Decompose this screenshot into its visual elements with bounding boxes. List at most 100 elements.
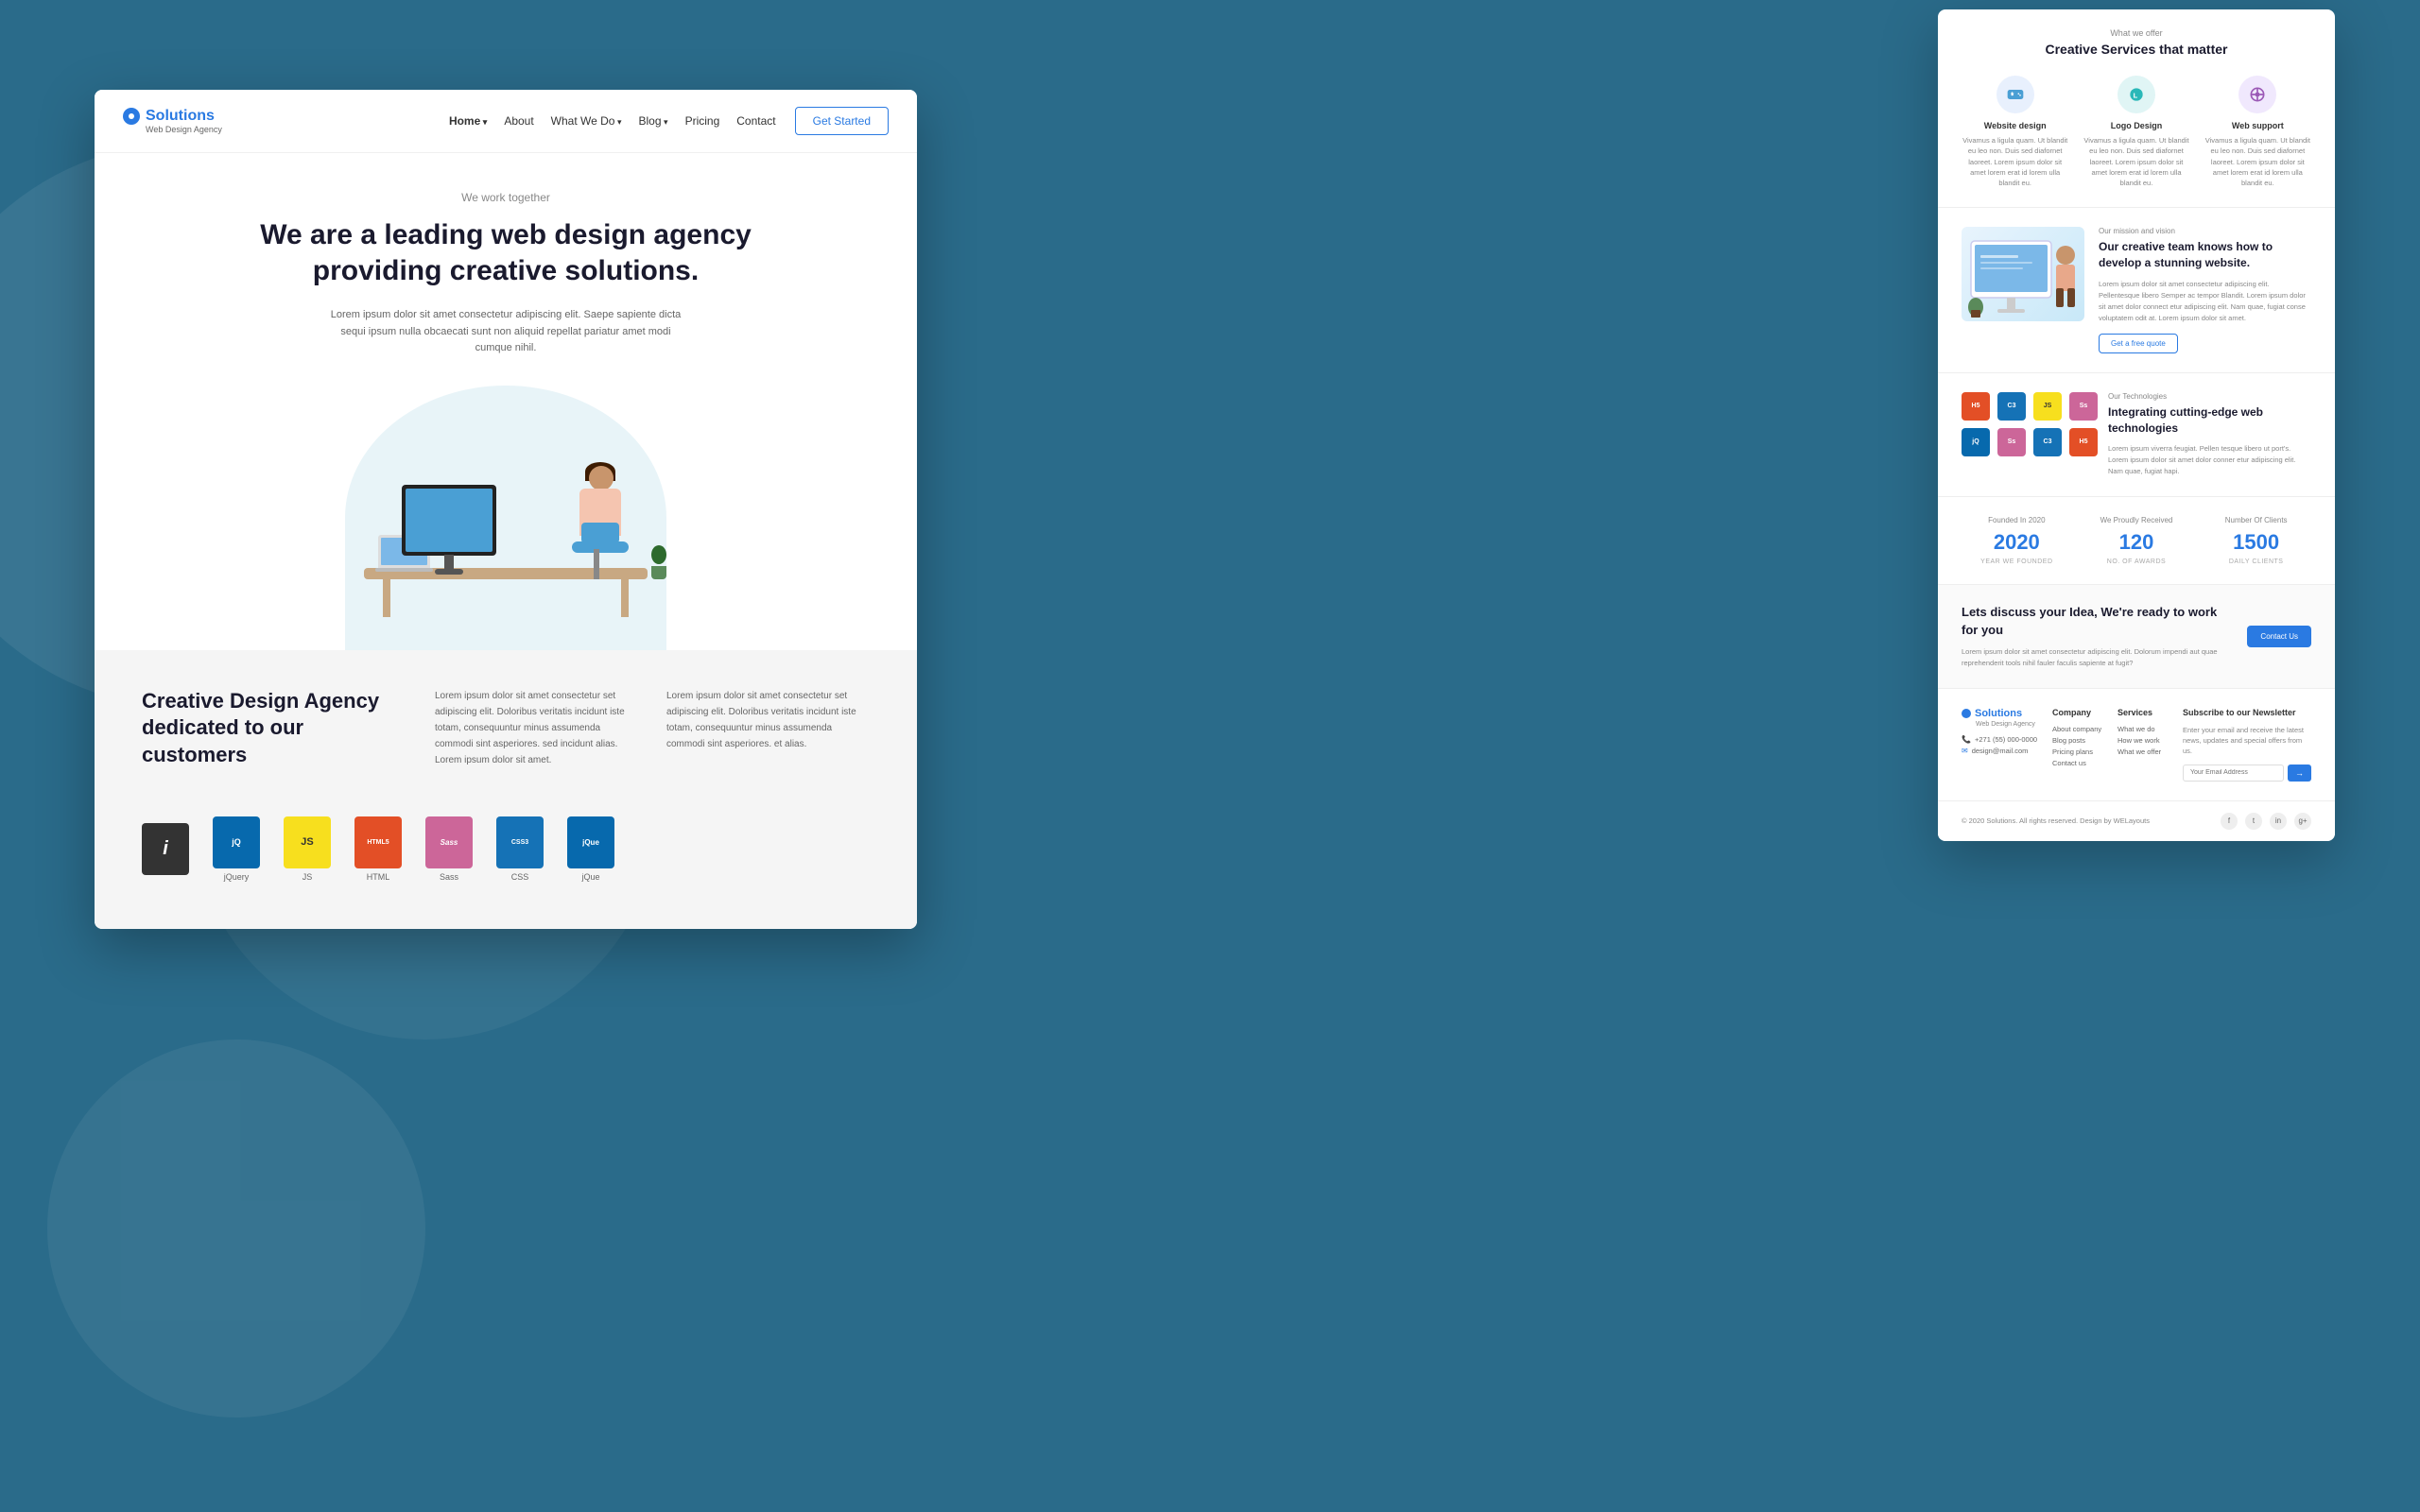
- cta-text: Lets discuss your Idea, We're ready to w…: [1962, 604, 2233, 668]
- social-googleplus[interactable]: g+: [2294, 813, 2311, 830]
- person-head: [589, 466, 614, 490]
- footer-logo: Solutions: [1962, 708, 2038, 719]
- tech-logo-jquery2: jQue jQue: [567, 816, 614, 882]
- tech-badge-sass2: Ss: [1997, 428, 2026, 456]
- footer-grid: Solutions Web Design Agency 📞 +271 (55) …: [1962, 708, 2311, 782]
- tech-badge-css2: C3: [2033, 428, 2062, 456]
- chair-leg: [594, 549, 599, 579]
- stats-section: Founded In 2020 2020 Year we founded We …: [1938, 497, 2335, 585]
- footer-section: Solutions Web Design Agency 📞 +271 (55) …: [1938, 689, 2335, 801]
- footer-link-blog[interactable]: Blog posts: [2052, 736, 2103, 745]
- mission-section: Our mission and vision Our creative team…: [1938, 208, 2335, 373]
- footer-company-col: Company About company Blog posts Pricing…: [2052, 708, 2103, 782]
- nav-item-whatwedo[interactable]: What We Do: [551, 112, 622, 129]
- footer-link-pricing[interactable]: Pricing plans: [2052, 747, 2103, 756]
- tech-label-sass: Sass: [440, 872, 458, 882]
- footer-link-whatweoffer[interactable]: What we offer: [2118, 747, 2169, 756]
- tech-tag: Our Technologies: [2108, 392, 2311, 401]
- stat-awards: We Proudly Received 120 No. of Awards: [2082, 516, 2192, 565]
- newsletter-form: →: [2183, 765, 2311, 782]
- plant-pot: [651, 566, 666, 579]
- tech-content: Our Technologies Integrating cutting-edg…: [2108, 392, 2311, 478]
- tech-label-html: HTML: [367, 872, 390, 882]
- right-panel: What we offer Creative Services that mat…: [1938, 9, 2335, 841]
- tech-label-js: JS: [302, 872, 313, 882]
- social-facebook[interactable]: f: [2221, 813, 2238, 830]
- tech-logo-jquery1: jQ jQuery: [213, 816, 260, 882]
- tech-badge-css: C3: [1997, 392, 2026, 421]
- service-item-support: Web support Vivamus a ligula quam. Ut bl…: [2204, 76, 2311, 188]
- footer-link-about[interactable]: About company: [2052, 725, 2103, 733]
- footer-company-title: Company: [2052, 708, 2103, 717]
- tech-icon-sass: Sass: [425, 816, 473, 868]
- logo-name: Solutions: [146, 108, 215, 125]
- chair-back: [581, 523, 619, 543]
- get-quote-button[interactable]: Get a free quote: [2099, 334, 2178, 353]
- tech-badge-jquery: jQ: [1962, 428, 1990, 456]
- newsletter-submit-button[interactable]: →: [2288, 765, 2311, 782]
- logo-icon: [123, 108, 140, 125]
- nav-link-about[interactable]: About: [504, 114, 533, 128]
- get-started-button[interactable]: Get Started: [795, 107, 889, 135]
- nav-item-home[interactable]: Home: [449, 112, 487, 129]
- mission-illustration: [1962, 227, 2084, 321]
- footer-link-howwework[interactable]: How we work: [2118, 736, 2169, 745]
- nav-link-pricing[interactable]: Pricing: [685, 114, 720, 128]
- page-wrapper: Solutions Web Design Agency Home About W…: [0, 0, 2420, 1512]
- newsletter-email-input[interactable]: [2183, 765, 2284, 782]
- tech-icon-jquery1: jQ: [213, 816, 260, 868]
- stat-founded-sub: Year we founded: [1962, 558, 2072, 565]
- copyright: © 2020 Solutions. All rights reserved. D…: [1962, 816, 2150, 825]
- nav-link-contact[interactable]: Contact: [736, 114, 775, 128]
- web-support-icon: [2248, 85, 2267, 104]
- monitor-base: [435, 569, 463, 575]
- gamepad-icon: [2006, 85, 2025, 104]
- services-section: What we offer Creative Services that mat…: [1938, 9, 2335, 208]
- footer-email: ✉ design@mail.com: [1962, 747, 2038, 755]
- mission-text: Lorem ipsum dolor sit amet consectetur a…: [2099, 279, 2311, 324]
- newsletter-description: Enter your email and receive the latest …: [2183, 725, 2311, 757]
- service-item-website: Website design Vivamus a ligula quam. Ut…: [1962, 76, 2068, 188]
- tech-icon-css: CSS3: [496, 816, 544, 868]
- footer-services-title: Services: [2118, 708, 2169, 717]
- desk-scene: [326, 404, 685, 631]
- laptop-base: [375, 568, 433, 572]
- footer-link-whatwedo[interactable]: What we do: [2118, 725, 2169, 733]
- social-linkedin[interactable]: in: [2270, 813, 2287, 830]
- hero-illustration: [151, 386, 860, 650]
- hero-title: We are a leading web design agency provi…: [222, 217, 789, 288]
- social-twitter[interactable]: t: [2245, 813, 2262, 830]
- nav-link-home[interactable]: Home: [449, 114, 487, 128]
- nav-link-whatwedo[interactable]: What We Do: [551, 114, 622, 128]
- footer-phone: 📞 +271 (55) 000-0000: [1962, 735, 2038, 744]
- stat-awards-sub: No. of Awards: [2082, 558, 2192, 565]
- bottom-text-1: Lorem ipsum dolor sit amet consectetur s…: [435, 688, 638, 769]
- tech-label-jquery2: jQue: [581, 872, 599, 882]
- tech-icon-jquery2: jQue: [567, 816, 614, 868]
- nav-item-pricing[interactable]: Pricing: [685, 112, 720, 129]
- newsletter-title: Subscribe to our Newsletter: [2183, 708, 2311, 717]
- footer-brand-col: Solutions Web Design Agency 📞 +271 (55) …: [1962, 708, 2038, 782]
- service-icon-support: [2238, 76, 2276, 113]
- nav-item-blog[interactable]: Blog: [639, 112, 668, 129]
- nav-links: Home About What We Do Blog Pricing Conta…: [449, 112, 776, 129]
- services-title: Creative Services that matter: [1962, 42, 2311, 57]
- nav-item-contact[interactable]: Contact: [736, 112, 775, 129]
- stat-founded-label: Founded In 2020: [1962, 516, 2072, 524]
- tech-badge-html2: H5: [2069, 428, 2098, 456]
- contact-us-button[interactable]: Contact Us: [2247, 626, 2311, 647]
- navbar: Solutions Web Design Agency Home About W…: [95, 90, 917, 153]
- service-icon-logo: L: [2118, 76, 2155, 113]
- mission-tag: Our mission and vision: [2099, 227, 2311, 235]
- services-grid: Website design Vivamus a ligula quam. Ut…: [1962, 76, 2311, 188]
- footer-services-col: Services What we do How we work What we …: [2118, 708, 2169, 782]
- creative-design-title: Creative Design Agency dedicated to our …: [142, 688, 406, 769]
- nav-item-about[interactable]: About: [504, 112, 533, 129]
- mission-title: Our creative team knows how to develop a…: [2099, 239, 2311, 271]
- footer-bottom: © 2020 Solutions. All rights reserved. D…: [1938, 801, 2335, 841]
- mission-content: Our mission and vision Our creative team…: [2099, 227, 2311, 353]
- nav-link-blog[interactable]: Blog: [639, 114, 668, 128]
- footer-newsletter-col: Subscribe to our Newsletter Enter your e…: [2183, 708, 2311, 782]
- footer-link-contact[interactable]: Contact us: [2052, 759, 2103, 767]
- tech-logos-row: i jQ jQuery JS JS HTML5 HTML Sass Sass: [142, 807, 870, 882]
